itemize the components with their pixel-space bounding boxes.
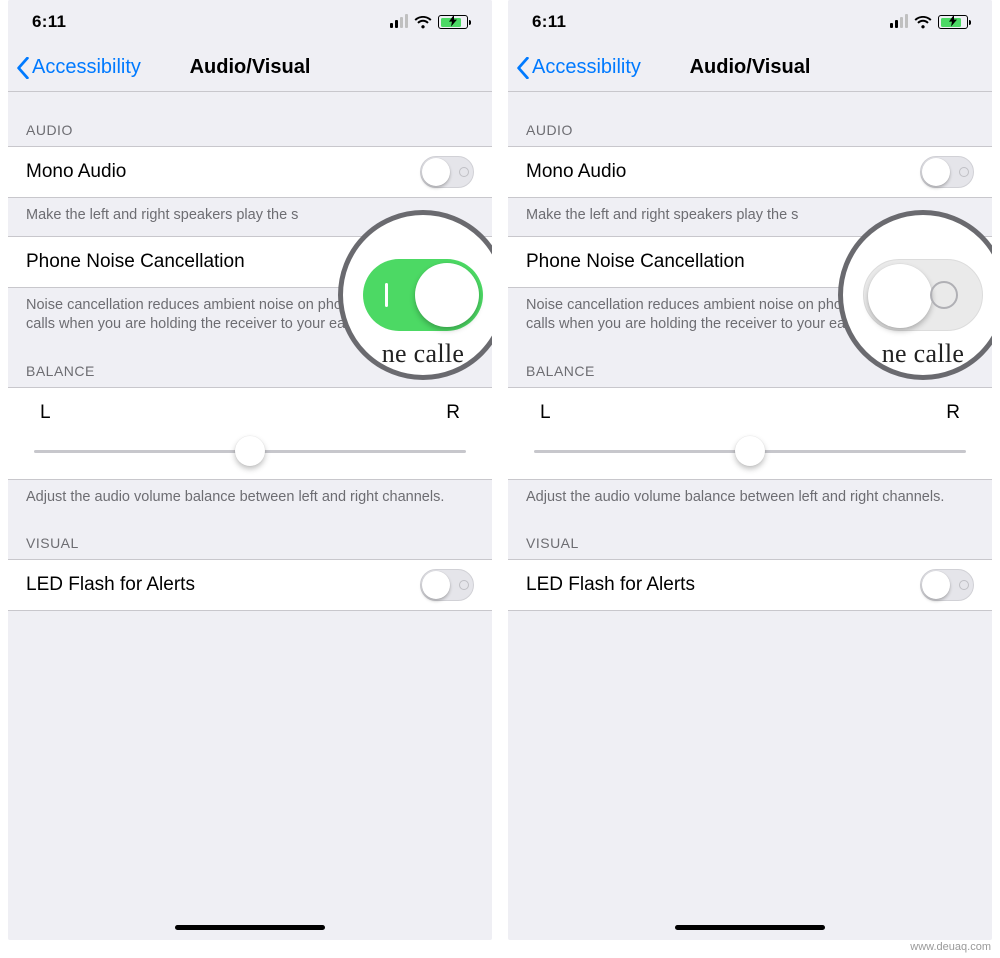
wifi-icon (914, 16, 932, 29)
noise-cancellation-label: Phone Noise Cancellation (26, 251, 245, 273)
nav-bar: Accessibility Audio/Visual (8, 44, 492, 92)
row-mono-audio[interactable]: Mono Audio (8, 146, 492, 198)
row-led-flash[interactable]: LED Flash for Alerts (8, 559, 492, 611)
balance-note: Adjust the audio volume balance between … (508, 480, 992, 518)
led-flash-label: LED Flash for Alerts (526, 574, 695, 596)
back-label: Accessibility (532, 56, 641, 79)
phone-screen-right: 6:11 Accessibility Audio/Visual (508, 0, 992, 940)
comparison-stage: 6:11 Accessibility Audio/Visual (0, 0, 1000, 940)
back-button[interactable]: Accessibility (16, 56, 141, 79)
balance-note: Adjust the audio volume balance between … (8, 480, 492, 518)
cellular-signal-icon (390, 16, 408, 28)
noise-cancellation-label: Phone Noise Cancellation (526, 251, 745, 273)
status-time: 6:11 (32, 12, 66, 32)
mono-audio-toggle[interactable] (920, 156, 974, 188)
back-label: Accessibility (32, 56, 141, 79)
back-button[interactable]: Accessibility (516, 56, 641, 79)
magnified-toggle-off (863, 259, 983, 331)
home-indicator[interactable] (675, 925, 825, 930)
row-led-flash[interactable]: LED Flash for Alerts (508, 559, 992, 611)
battery-icon (438, 15, 468, 29)
row-balance-slider: L R (508, 387, 992, 480)
chevron-left-icon (516, 57, 530, 79)
balance-left-label: L (40, 402, 51, 424)
mono-audio-label: Mono Audio (26, 161, 126, 183)
row-balance-slider: L R (8, 387, 492, 480)
section-header-visual: VISUAL (508, 517, 992, 559)
balance-slider[interactable] (34, 450, 466, 453)
section-header-audio: AUDIO (8, 92, 492, 146)
chevron-left-icon (16, 57, 30, 79)
home-indicator[interactable] (175, 925, 325, 930)
status-icons (390, 15, 468, 29)
mono-audio-label: Mono Audio (526, 161, 626, 183)
row-mono-audio[interactable]: Mono Audio (508, 146, 992, 198)
led-flash-toggle[interactable] (920, 569, 974, 601)
status-bar: 6:11 (508, 0, 992, 44)
mono-audio-toggle[interactable] (420, 156, 474, 188)
noise-cancellation-note: Noise cancellation reduces ambient noise… (8, 288, 388, 345)
section-header-audio: AUDIO (508, 92, 992, 146)
nav-bar: Accessibility Audio/Visual (508, 44, 992, 92)
phone-screen-left: 6:11 Accessibility Audio/Visual (8, 0, 492, 940)
magnifier-partial-text: ne calle (343, 339, 492, 369)
page-title: Audio/Visual (190, 56, 311, 79)
watermark: www.deuaq.com (907, 940, 994, 954)
balance-right-label: R (446, 402, 460, 424)
magnified-toggle-on (363, 259, 483, 331)
battery-icon (938, 15, 968, 29)
led-flash-label: LED Flash for Alerts (26, 574, 195, 596)
status-bar: 6:11 (8, 0, 492, 44)
led-flash-toggle[interactable] (420, 569, 474, 601)
balance-right-label: R (946, 402, 960, 424)
balance-slider[interactable] (534, 450, 966, 453)
balance-left-label: L (540, 402, 551, 424)
balance-slider-thumb[interactable] (735, 436, 765, 466)
wifi-icon (414, 16, 432, 29)
magnifier-partial-text: ne calle (843, 339, 992, 369)
noise-cancellation-note: Noise cancellation reduces ambient noise… (508, 288, 888, 345)
page-title: Audio/Visual (690, 56, 811, 79)
balance-slider-thumb[interactable] (235, 436, 265, 466)
status-icons (890, 15, 968, 29)
section-header-visual: VISUAL (8, 517, 492, 559)
status-time: 6:11 (532, 12, 566, 32)
magnifier-highlight: ne calle (338, 210, 492, 380)
cellular-signal-icon (890, 16, 908, 28)
magnifier-highlight: ne calle (838, 210, 992, 380)
